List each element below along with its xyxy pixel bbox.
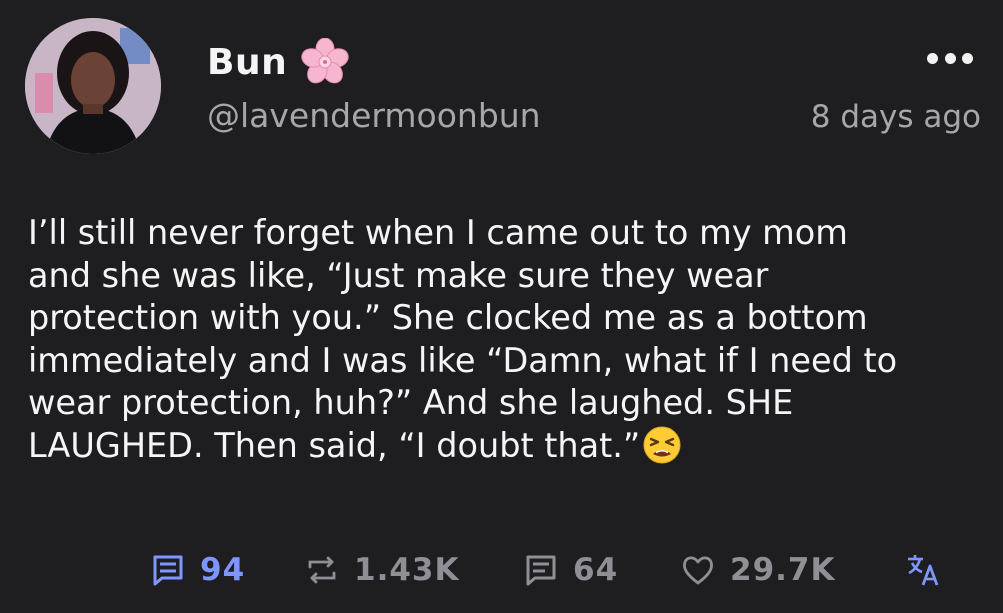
cherry-blossom-icon: [301, 38, 349, 84]
more-options-button[interactable]: [927, 48, 973, 68]
avatar-image: [25, 18, 161, 154]
more-options-icon: [927, 52, 938, 64]
repost-count: 1.43K: [354, 552, 460, 588]
like-button[interactable]: 29.7K: [680, 545, 836, 595]
action-bar: 94 1.43K 64 29.7K: [0, 545, 1003, 595]
heart-icon: [683, 556, 713, 585]
repost-button[interactable]: 1.43K: [304, 545, 460, 595]
post-card: Bun @lavendermoonbun 8 days ago I’ll sti…: [0, 0, 1003, 613]
reply-icon: [153, 555, 183, 586]
translate-button[interactable]: [905, 545, 941, 595]
user-handle[interactable]: @lavendermoonbun: [207, 96, 541, 135]
display-name[interactable]: Bun: [207, 38, 349, 86]
display-name-text: Bun: [207, 41, 288, 83]
reply-button[interactable]: 94: [150, 545, 245, 595]
repost-icon: [308, 556, 336, 584]
more-options-dot: [944, 52, 956, 64]
post-body: I’ll still never forget when I came out …: [28, 212, 978, 467]
translate-icon: [908, 555, 939, 586]
post-body-text: I’ll still never forget when I came out …: [28, 213, 898, 465]
quote-icon: [526, 555, 556, 586]
tired-face-emoji: [643, 426, 681, 463]
reply-count: 94: [200, 552, 246, 588]
quote-count: 64: [573, 552, 619, 588]
post-timestamp: 8 days ago: [810, 99, 981, 135]
more-options-dot: [962, 52, 973, 64]
avatar[interactable]: [25, 18, 161, 154]
quote-button[interactable]: 64: [523, 545, 618, 595]
like-count: 29.7K: [730, 552, 836, 588]
